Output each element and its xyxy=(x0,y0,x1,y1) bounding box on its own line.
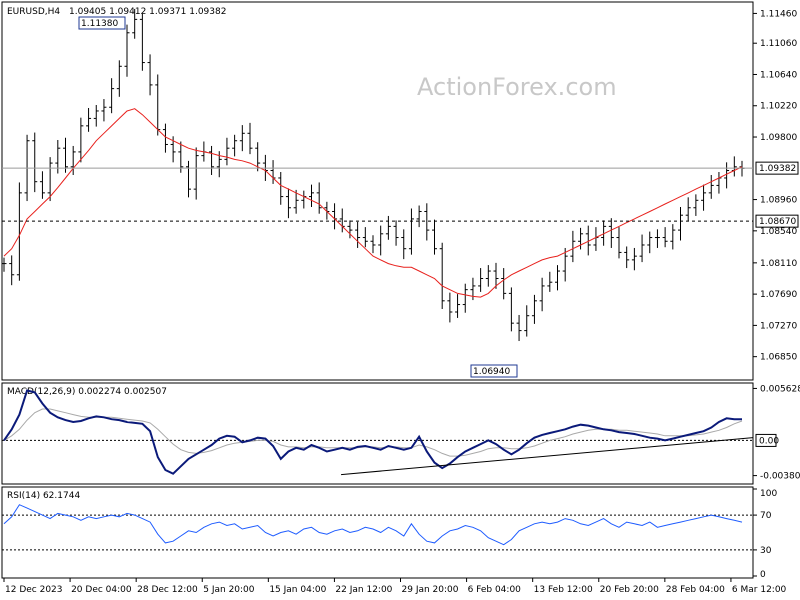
time-axis-tick: 29 Jan 20:00 xyxy=(402,585,459,595)
macd-axis: 0.005628 -0.003807 xyxy=(753,384,800,482)
time-axis-tick: 28 Dec 12:00 xyxy=(137,585,198,595)
time-axis-tick: 6 Feb 04:00 xyxy=(468,585,522,595)
price-axis-tick: 1.10640 xyxy=(760,70,797,80)
price-axis-tick: 1.07270 xyxy=(760,321,797,331)
support-tag-label: 1.08670 xyxy=(759,217,796,227)
price-axis-tick: 1.08110 xyxy=(760,259,797,269)
time-axis: 12 Dec 2023 20 Dec 04:00 28 Dec 12:00 5 Jan… xyxy=(3,578,787,595)
time-axis-tick: 12 Dec 2023 xyxy=(5,585,63,595)
ohlc-readout: 1.09405 1.09412 1.09371 1.09382 xyxy=(69,7,226,17)
price-axis-tick: 1.11060 xyxy=(760,39,797,49)
rsi-axis-tick: 100 xyxy=(760,489,777,499)
rsi-axis-tick: 70 xyxy=(760,511,772,521)
rsi-title: RSI(14) 62.1744 xyxy=(7,491,80,501)
macd-panel xyxy=(1,382,754,485)
macd-axis-tick: 0.005628 xyxy=(760,384,800,394)
time-axis-tick: 22 Jan 12:00 xyxy=(335,585,392,595)
low-annotation-label: 1.06940 xyxy=(473,367,510,377)
macd-axis-tick: -0.003807 xyxy=(760,472,800,482)
price-axis: 1.11460 1.11060 1.10640 1.10220 1.09800 1.089… xyxy=(753,9,797,363)
time-axis-tick: 15 Jan 04:00 xyxy=(269,585,326,595)
time-axis-tick: 13 Feb 12:00 xyxy=(534,585,593,595)
rsi-panel xyxy=(1,486,754,579)
price-axis-tick: 1.07690 xyxy=(760,290,797,300)
current-price-tag: 1.09382 xyxy=(755,161,799,175)
time-axis-tick: 20 Dec 04:00 xyxy=(71,585,132,595)
price-axis-tick: 1.09800 xyxy=(760,133,797,143)
rsi-axis-tick: 30 xyxy=(760,546,772,556)
price-axis-tick: 1.06850 xyxy=(760,353,797,363)
macd-current-tag-label: 0.00 xyxy=(759,436,779,446)
low-annotation: 1.06940 xyxy=(470,364,518,378)
price-axis-tick: 1.11460 xyxy=(760,9,797,19)
price-axis-tick: 1.08540 xyxy=(760,227,797,237)
eurusd-chart: ActionForex.com EURUSD,H4 1.09405 1.0941… xyxy=(1,1,800,595)
time-axis-tick: 6 Mar 12:00 xyxy=(732,585,787,595)
price-axis-tick: 1.08960 xyxy=(760,196,797,206)
rsi-axis-tick: 0 xyxy=(760,570,766,580)
price-panel xyxy=(1,1,754,381)
rsi-axis: 100 70 30 0 xyxy=(753,488,777,580)
symbol-label: EURUSD,H4 xyxy=(7,7,60,17)
time-axis-tick: 20 Feb 20:00 xyxy=(600,585,659,595)
macd-current-tag: 0.00 xyxy=(755,433,779,447)
price-axis-tick: 1.10220 xyxy=(760,102,797,112)
high-annotation-label: 1.11380 xyxy=(81,19,118,29)
time-axis-tick: 5 Jan 20:00 xyxy=(203,585,255,595)
current-price-tag-label: 1.09382 xyxy=(759,164,796,174)
support-tag: 1.08670 xyxy=(755,214,799,228)
high-annotation: 1.11380 xyxy=(78,16,126,30)
watermark: ActionForex.com xyxy=(417,73,617,101)
price-title: EURUSD,H4 1.09405 1.09412 1.09371 1.0938… xyxy=(7,7,226,17)
time-axis-tick: 28 Feb 04:00 xyxy=(666,585,725,595)
